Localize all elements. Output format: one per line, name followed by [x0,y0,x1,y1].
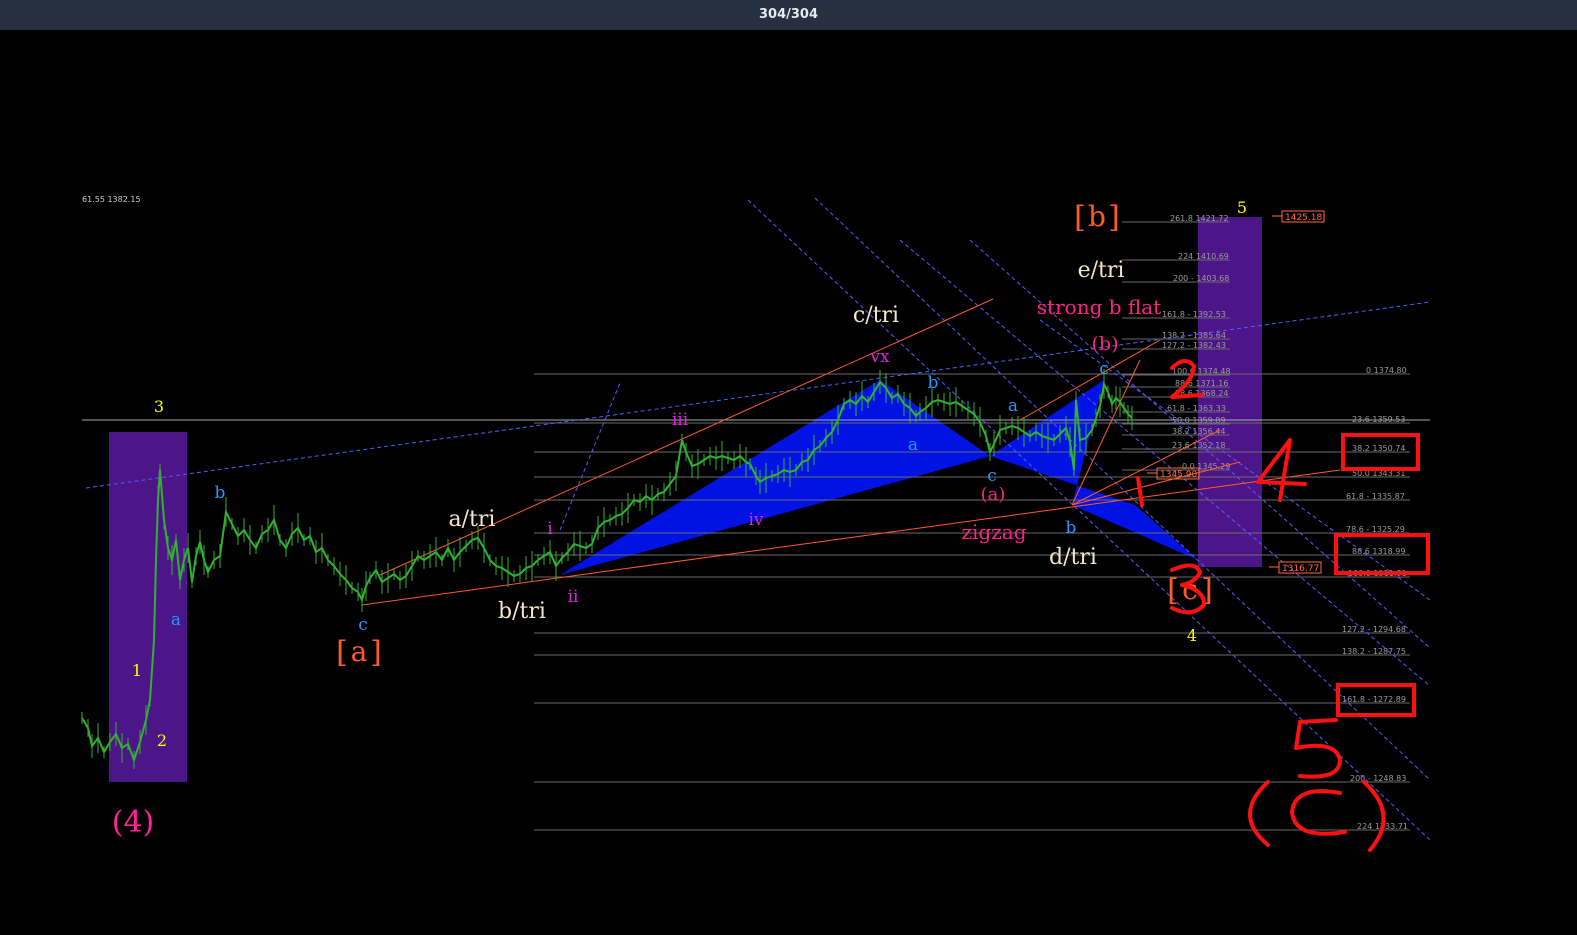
wave-label: d/tri [1049,545,1097,570]
wave-label: b/tri [498,599,546,624]
handwritten-paren-left [1248,780,1270,847]
handwritten-C [1290,789,1347,836]
wave-label: iii [672,410,689,430]
wave-label: (b) [1092,333,1119,355]
fib-level-label: 138.2 - 1385.64 [1162,331,1226,340]
wave-label: a [171,610,181,630]
fib-level-label: 50.0 1359.89 [1172,416,1225,425]
fib-level-label: 0 1374.80 [1366,366,1407,375]
bracket-wave-label: a [351,635,368,668]
price-tag-label: 1345.90 [1160,470,1197,480]
wave-label: c [1099,359,1109,379]
wave-label: (a) [981,484,1006,505]
fib-level-label: 200 - 1248.83 [1350,774,1406,783]
wave-label: ii [568,587,579,607]
bracket-left: [ [1074,200,1086,235]
wave-label: 1 [132,661,142,680]
price-tick-marks [81,369,1133,769]
bracket-left: [ [336,635,348,670]
dashed-diag-3 [899,239,1431,687]
wave-label: c/tri [853,303,899,328]
fib-level-label: 224 1410.69 [1178,252,1229,261]
fib-level-label: 78.6 - 1325.29 [1346,525,1405,534]
fib-level-label: 200 - 1403.68 [1173,274,1229,283]
fib-level-label: 23.6 1352.18 [1172,441,1225,450]
image-counter: 304/304 [758,7,819,22]
handwritten-1 [1136,476,1144,507]
wave-label: e/tri [1078,258,1125,283]
wave-label: (4) [112,805,155,840]
handwritten-paren-right [1362,780,1386,852]
price-tag-label: 1425.18 [1285,213,1322,223]
fib-level-label: 38.2 1350.74 [1352,444,1405,453]
wave-label: 4 [1187,626,1197,645]
wave-label: zigzag [962,520,1027,544]
fib-level-label: 61.8 - 1335.87 [1346,492,1405,501]
fib-level-label: 161.8 - 1392.53 [1162,310,1226,319]
wave-label: b [1066,518,1077,538]
handwritten-4 [1256,438,1307,502]
bracket-right: ] [370,635,382,670]
fib-level-label: 138.2 - 1287.75 [1342,647,1406,656]
fib-level-label: 261.8 1421.72 [1170,214,1229,223]
wave-label: c [358,615,368,635]
wave-label: i [547,519,553,539]
handwritten-5 [1294,718,1342,779]
wave-label: a [908,435,918,455]
dashed-iii-line [559,382,621,531]
wave-label: vx [869,347,890,367]
top-left-overlay-text: 61.55 1382.15 [82,195,141,204]
wave-4-box [109,432,187,782]
elliott-wave-chart: 261.8 1421.72224 1410.69200 - 1403.68161… [81,195,1431,852]
wave-label: 5 [1237,198,1247,217]
wave-label: c [987,466,997,486]
fib-level-label: 127.2 - 1382.43 [1162,341,1226,350]
bracket-left: [ [1167,573,1179,608]
fib-level-label: 100.0 1374.48 [1172,367,1231,376]
wave-label: 2 [157,731,167,750]
fib-level-label: 88.6 1318.99 [1352,547,1405,556]
fib-level-label: 161.8 - 1272.89 [1342,695,1406,704]
wave-label: b [928,373,939,393]
wave-label: a [1008,396,1018,416]
wave-label: strong b flat [1037,295,1161,319]
wave-label: b [215,483,226,503]
wave-label: iv [748,510,763,530]
wave-label: a/tri [449,507,496,532]
fib-level-label: 127.2 - 1294.68 [1342,625,1406,634]
price-tag-label: 1316.77 [1282,564,1319,574]
wave-label: 3 [154,397,164,416]
fib-level-label: 23.6 1359.53 [1352,415,1405,424]
bracket-right: ] [1108,200,1120,235]
fib-level-label: 61.8 - 1363.33 [1167,404,1226,413]
bracket-wave-label: b [1088,200,1106,233]
